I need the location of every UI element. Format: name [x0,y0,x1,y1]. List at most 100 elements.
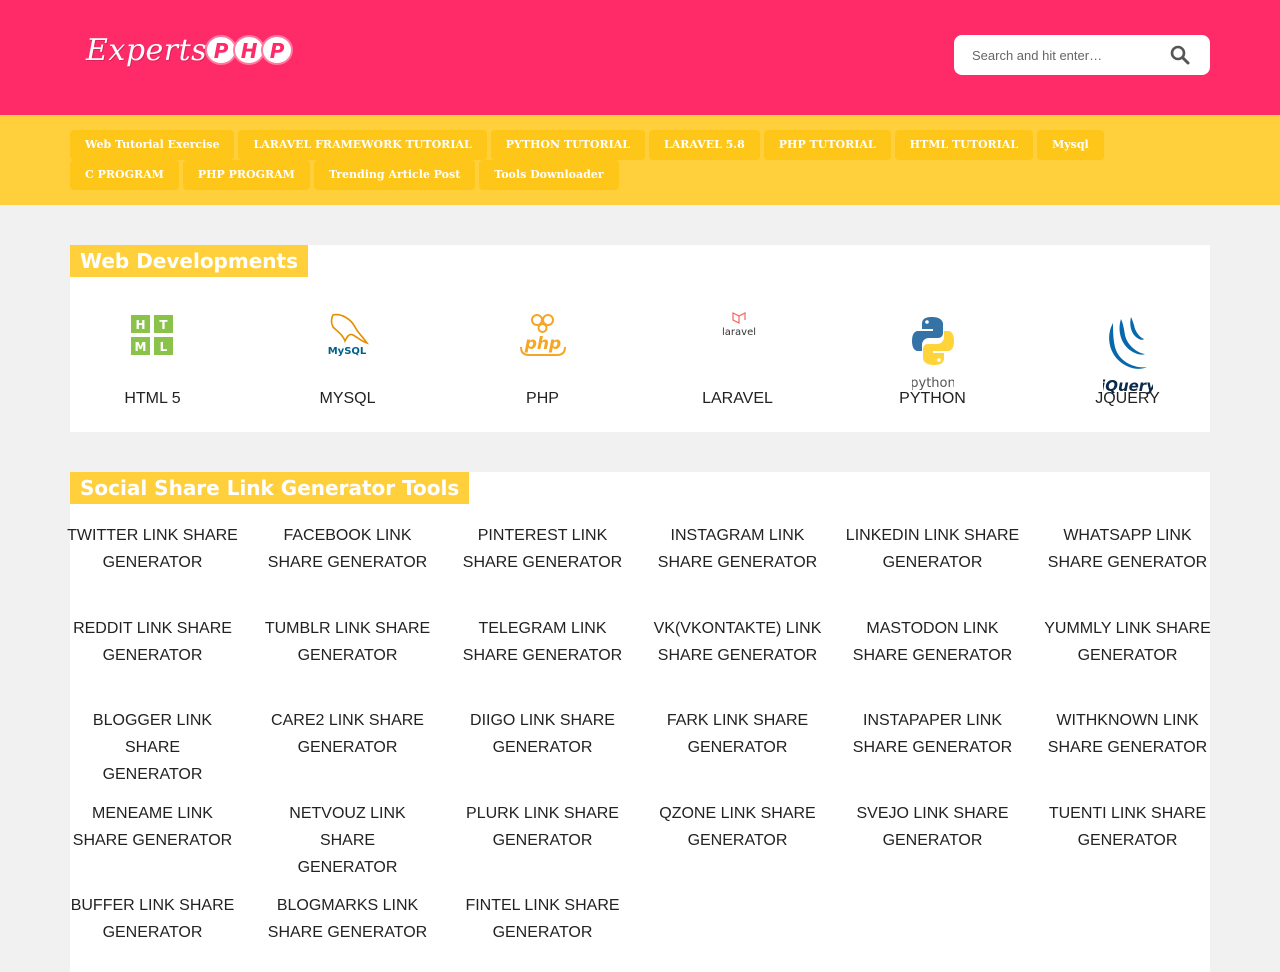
nav-item-python-tutorial[interactable]: PYTHON TUTORIAL [490,130,646,160]
tech-label: HTML 5 [124,390,181,407]
tool-link[interactable]: LINKEDIN LINK SHARE GENERATOR [845,522,1020,576]
tech-label: JQUERY [1095,390,1160,407]
tool-link-line: GENERATOR [492,924,593,941]
tool-link-line: BLOGGER LINK SHARE [92,712,213,756]
tool-link[interactable]: QZONE LINK SHARE GENERATOR [650,800,825,854]
logo-php-badges: P H P [205,35,294,65]
tool-link[interactable]: SVEJO LINK SHARE GENERATOR [845,800,1020,854]
tool-link-line: TUMBLR LINK SHARE [264,619,431,637]
tool-link[interactable]: FINTEL LINK SHARE GENERATOR [455,892,630,946]
tool-link[interactable]: BLOGMARKS LINK SHARE GENERATOR [260,892,435,946]
tool-link-line: BLOGMARKS LINK [276,897,419,914]
tool-link-line: SHARE GENERATOR [462,646,623,664]
nav-item-html-tutorial[interactable]: HTML TUTORIAL [894,130,1034,160]
tool-link[interactable]: CARE2 LINK SHARE GENERATOR [260,707,435,761]
tool-link-line: GENERATOR [882,554,983,571]
html5-letter: H [135,318,145,332]
tool-link-line: TWITTER LINK SHARE [67,527,238,544]
tool-link-line: REDDIT LINK SHARE [73,619,232,637]
tool-link[interactable]: BUFFER LINK SHARE GENERATOR [65,892,240,946]
tool-link[interactable]: PLURK LINK SHARE GENERATOR [455,800,630,854]
tool-link[interactable]: FARK LINK SHARE GENERATOR [650,707,825,761]
nav-item-tools-downloader[interactable]: Tools Downloader [479,160,619,190]
tool-link[interactable]: PINTEREST LINK SHARE GENERATOR [455,522,630,576]
tool-link-line: FACEBOOK LINK [283,527,412,544]
tool-link-line: GENERATOR [492,739,593,756]
section-title: Social Share Link Generator Tools [70,472,470,504]
tool-link-line: YUMMLY LINK SHARE [1044,619,1211,637]
html5-letter: T [159,318,168,332]
tool-link[interactable]: TUMBLR LINK SHARE GENERATOR [260,615,435,669]
tool-link-line: GENERATOR [102,646,203,664]
tool-link[interactable]: MASTODON LINK SHARE GENERATOR [845,615,1020,669]
tool-link[interactable]: TELEGRAM LINK SHARE GENERATOR [455,615,630,669]
nav-item-web-tutorial-exercise[interactable]: Web Tutorial Exercise [70,130,235,160]
tool-link-line: GENERATOR [882,831,983,849]
tool-link-line: QZONE LINK SHARE [659,804,816,822]
tool-link[interactable]: TUENTI LINK SHARE GENERATOR [1040,800,1215,854]
search-box [954,35,1210,75]
python-logo-text: python [912,376,954,391]
tool-link-line: GENERATOR [492,831,593,849]
tool-link[interactable]: YUMMLY LINK SHARE GENERATOR [1040,615,1215,669]
nav-item-laravel-5-8[interactable]: LARAVEL 5.8 [649,130,760,160]
tool-link-line: SHARE GENERATOR [657,554,818,571]
nav-item-mysql[interactable]: Mysql [1037,130,1104,160]
nav-item-c-program[interactable]: C PROGRAM [70,160,179,190]
tool-link[interactable]: WITHKNOWN LINK SHARE GENERATOR [1040,707,1215,761]
logo-word: Experts [86,32,208,68]
search-input[interactable] [972,35,1162,75]
tool-link[interactable]: REDDIT LINK SHARE GENERATOR [65,615,240,669]
tool-link-line: INSTAGRAM LINK [670,527,805,544]
html5-letter: M [135,340,147,354]
tool-link-line: GENERATOR [687,739,788,756]
nav-item-php-tutorial[interactable]: PHP TUTORIAL [763,130,891,160]
tool-link[interactable]: NETVOUZ LINK SHARE GENERATOR [260,800,435,881]
tool-link-line: SVEJO LINK SHARE [856,804,1009,822]
tool-link-line: GENERATOR [687,831,788,849]
tool-link[interactable]: WHATSAPP LINK SHARE GENERATOR [1040,522,1215,576]
tool-link-line: MASTODON LINK [866,619,999,637]
tool-link-line: WITHKNOWN LINK [1056,712,1199,729]
python-icon: python [910,315,956,391]
html5-icon: H T M L [131,315,175,357]
search-icon[interactable] [1170,45,1190,65]
tech-label: MYSQL [319,390,376,407]
tool-link-line: NETVOUZ LINK SHARE [289,804,406,849]
nav-list: Web Tutorial Exercise LARAVEL FRAMEWORK T… [70,130,1210,190]
nav-item-php-program[interactable]: PHP PROGRAM [182,160,310,190]
jquery-icon: jQuery [1098,315,1157,395]
tool-link[interactable]: MENEAME LINK SHARE GENERATOR [65,800,240,854]
php-logo-text: php [524,334,561,354]
tool-link-line: TUENTI LINK SHARE [1048,804,1207,822]
tool-link-line: SHARE GENERATOR [267,924,428,941]
tool-link[interactable]: VK(VKONTAKTE) LINK SHARE GENERATOR [650,615,825,669]
tool-link-line: GENERATOR [102,554,203,571]
tool-link-line: GENERATOR [297,739,398,756]
section-title: Web Developments [70,245,308,277]
tool-link-line: GENERATOR [102,766,203,783]
tool-link[interactable]: FACEBOOK LINK SHARE GENERATOR [260,522,435,576]
tool-link-line: PLURK LINK SHARE [466,804,619,822]
nav-item-trending-article-post[interactable]: Trending Article Post [313,160,476,190]
tech-label: LARAVEL [702,390,773,407]
tool-link[interactable]: BLOGGER LINK SHARE GENERATOR [65,707,240,788]
tool-link-line: MENEAME LINK [92,804,213,822]
tool-link[interactable]: INSTAPAPER LINK SHARE GENERATOR [845,707,1020,761]
tool-link-line: PINTEREST LINK [477,527,608,544]
tool-link-line: SHARE GENERATOR [267,554,428,571]
tool-link-line: TELEGRAM LINK [478,619,607,637]
tool-link[interactable]: DIIGO LINK SHARE GENERATOR [455,707,630,761]
tool-link-line: DIIGO LINK SHARE [470,712,615,729]
main-nav: Web Tutorial Exercise LARAVEL FRAMEWORK T… [0,115,1280,205]
site-logo[interactable]: Experts P H P [86,30,294,70]
site-header: Experts P H P [0,0,1280,115]
tool-link-line: GENERATOR [297,646,398,664]
html5-letter: L [160,340,168,354]
tech-label: PHP [526,390,559,407]
tool-link[interactable]: TWITTER LINK SHARE GENERATOR [65,522,240,576]
nav-item-laravel-framework-tutorial[interactable]: LARAVEL FRAMEWORK TUTORIAL [238,130,487,160]
tool-link-line: WHATSAPP LINK [1063,527,1192,544]
tool-link[interactable]: INSTAGRAM LINK SHARE GENERATOR [650,522,825,576]
logo-letter: P [261,35,294,65]
